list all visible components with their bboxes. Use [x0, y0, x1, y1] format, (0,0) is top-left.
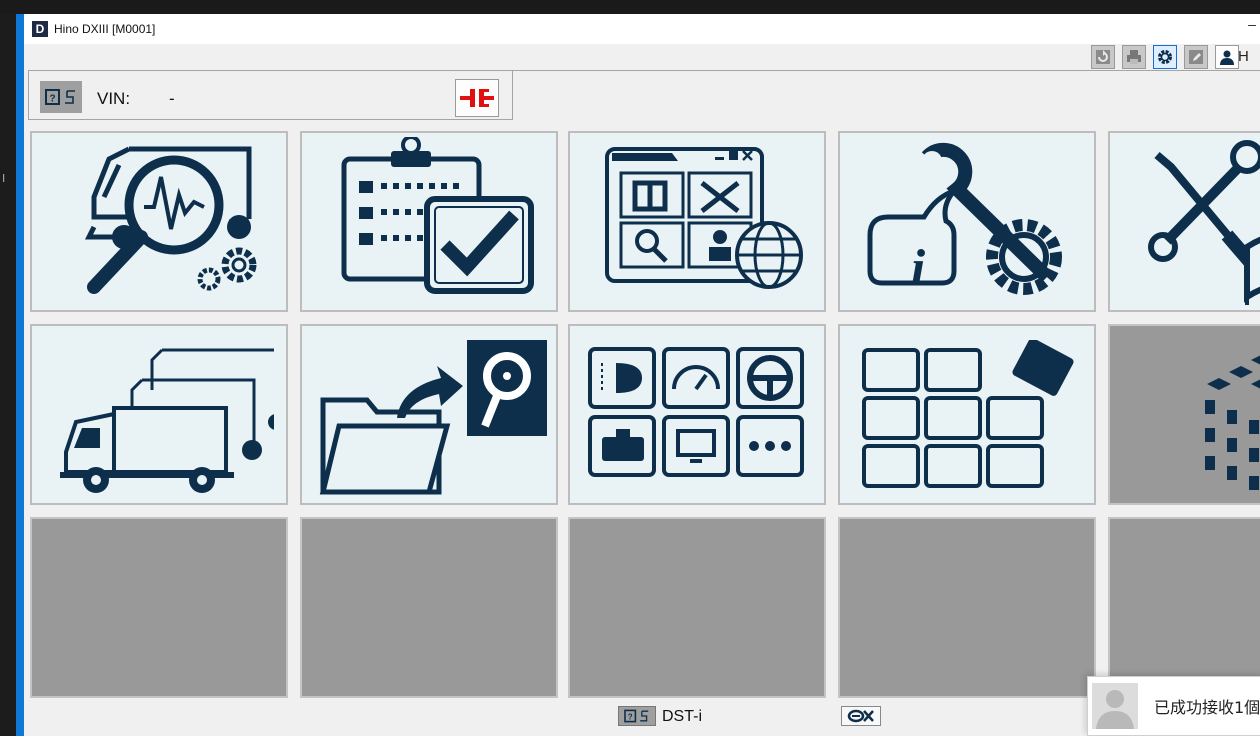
app-logo-icon: D	[32, 21, 48, 37]
tile-empty-1	[30, 517, 288, 698]
vin-panel-extension	[512, 70, 1260, 120]
desktop-mark: I	[2, 172, 6, 185]
user-icon	[1220, 50, 1234, 65]
window-title: Hino DXIII [M0001]	[54, 22, 156, 36]
title-bar: D Hino DXIII [M0001] ‒	[24, 14, 1260, 44]
app-grid-icon	[862, 339, 1074, 488]
print-button[interactable]	[1122, 45, 1146, 69]
info-wrench-gear-icon: i	[867, 142, 1062, 297]
settings-button[interactable]	[1153, 45, 1177, 69]
edit-button[interactable]	[1184, 45, 1208, 69]
minimize-button[interactable]: ‒	[1246, 16, 1258, 32]
refresh-button[interactable]	[1091, 45, 1115, 69]
window-focus-border	[16, 14, 24, 736]
vin-panel: ? VIN: -	[28, 70, 513, 120]
desktop-top	[0, 0, 1260, 14]
truck-magnifier-gear-icon	[84, 146, 257, 294]
wrench-screwdriver-book-icon	[1148, 139, 1260, 305]
edit-icon	[1189, 50, 1203, 64]
screen: I D Hino DXIII [M0001] ‒ H ? VIN: - i ? …	[0, 0, 1260, 736]
connector-plug-icon	[460, 89, 494, 107]
tile-repair-tools[interactable]	[1108, 131, 1260, 312]
toolbar: H	[24, 44, 1260, 70]
gauges-grid-icon	[588, 346, 804, 477]
cube-icon	[1205, 355, 1260, 490]
vin-value: -	[169, 89, 175, 108]
browser-grid-globe-icon	[605, 146, 803, 289]
user-button[interactable]	[1215, 45, 1239, 69]
vci-status-button[interactable]	[841, 706, 881, 726]
toolbar-trailing-text: H	[1238, 48, 1249, 65]
dst-device-icon: ?	[45, 89, 75, 105]
device-status-icon: ?	[40, 81, 82, 113]
status-bar: ? DST-i	[24, 704, 1260, 736]
notification-toast[interactable]: 已成功接收1個檔	[1087, 676, 1260, 736]
tile-empty-4	[838, 517, 1096, 698]
connect-button[interactable]	[455, 79, 499, 117]
svg-text:?: ?	[49, 94, 55, 105]
vin-label: VIN:	[97, 89, 131, 108]
clipboard-check-icon	[341, 136, 534, 294]
device-label: DST-i	[662, 708, 702, 725]
user-silhouette-icon	[1096, 690, 1134, 729]
dst-device-icon: ?	[624, 709, 649, 723]
vci-disconnected-icon	[847, 709, 874, 723]
tile-empty-3	[568, 517, 826, 698]
svg-text:?: ?	[628, 713, 633, 722]
tile-inspection-checklist[interactable]	[300, 131, 558, 312]
tile-fleet[interactable]	[30, 324, 288, 505]
tile-vehicle-functions[interactable]	[568, 324, 826, 505]
tile-custom-apps[interactable]	[838, 324, 1096, 505]
gear-icon	[1158, 50, 1172, 64]
printer-icon	[1127, 50, 1141, 64]
app-window: D Hino DXIII [M0001] ‒ H ? VIN: - i ? DS…	[24, 14, 1260, 736]
tile-empty-5	[1108, 517, 1260, 698]
tile-info-repair[interactable]: i	[838, 131, 1096, 312]
folder-to-drive-icon	[319, 339, 547, 494]
tile-empty-2	[300, 517, 558, 698]
desktop-left: I	[0, 14, 16, 736]
tile-cube-disabled[interactable]	[1108, 324, 1260, 505]
truck-fleet-icon	[60, 348, 274, 493]
notification-text: 已成功接收1個檔	[1154, 698, 1260, 717]
dst-status-icon[interactable]: ?	[618, 706, 656, 726]
avatar	[1092, 683, 1138, 729]
svg-text:i: i	[911, 240, 926, 297]
tile-data-export[interactable]	[300, 324, 558, 505]
tile-diagnosis[interactable]	[30, 131, 288, 312]
refresh-icon	[1096, 50, 1110, 64]
tile-service-portal[interactable]	[568, 131, 826, 312]
